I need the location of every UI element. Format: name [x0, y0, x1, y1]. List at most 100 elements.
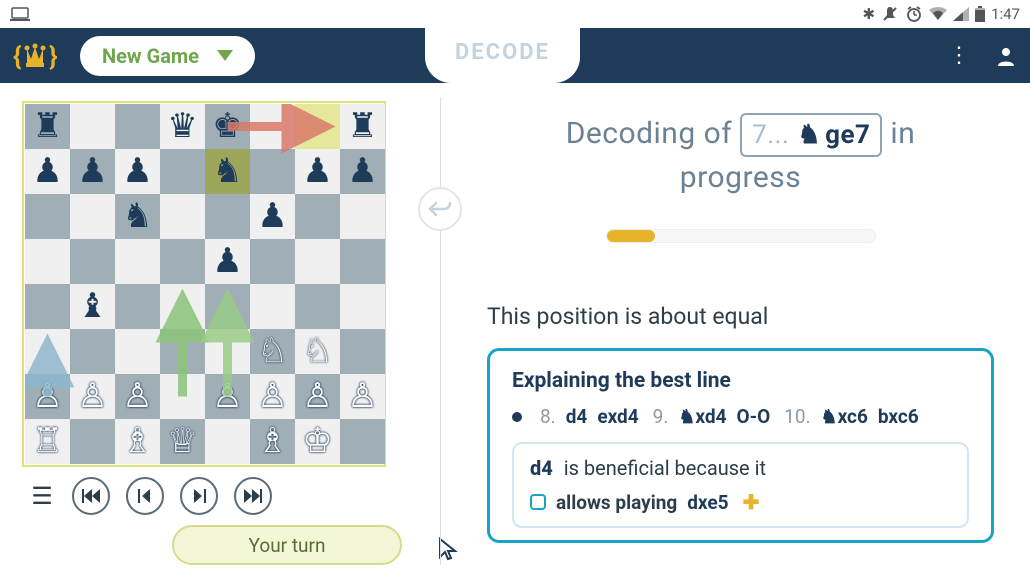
square-b2[interactable]: ♙	[70, 374, 115, 419]
square-d5[interactable]	[160, 239, 205, 284]
square-g7[interactable]: ♟	[295, 149, 340, 194]
square-b8[interactable]	[70, 104, 115, 149]
piece-wp[interactable]: ♙	[347, 380, 377, 414]
piece-bp[interactable]: ♟	[347, 155, 377, 189]
chess-board[interactable]: ♜♛♚♜♟♟♟♞♟♟♞♟♟♝♘♘♙♙♙♙♙♙♙♖♗♕♗♔	[25, 104, 385, 464]
square-a2[interactable]: ♙	[25, 374, 70, 419]
square-h6[interactable]	[340, 194, 385, 239]
move[interactable]: ♞xd4	[678, 405, 726, 428]
piece-wq[interactable]: ♕	[167, 425, 197, 459]
menu-button[interactable]: ☰	[28, 477, 56, 515]
piece-wn[interactable]: ♘	[257, 335, 287, 369]
square-a3[interactable]	[25, 329, 70, 374]
piece-br[interactable]: ♜	[347, 110, 377, 144]
piece-wb[interactable]: ♗	[122, 425, 152, 459]
square-g5[interactable]	[295, 239, 340, 284]
square-e6[interactable]	[205, 194, 250, 239]
square-c8[interactable]	[115, 104, 160, 149]
square-f5[interactable]	[250, 239, 295, 284]
new-game-button[interactable]: New Game	[80, 36, 255, 76]
piece-wk[interactable]: ♔	[302, 425, 332, 459]
square-d7[interactable]	[160, 149, 205, 194]
square-h4[interactable]	[340, 284, 385, 329]
square-a6[interactable]	[25, 194, 70, 239]
piece-bp[interactable]: ♟	[302, 155, 332, 189]
piece-wp[interactable]: ♙	[77, 380, 107, 414]
square-b7[interactable]: ♟	[70, 149, 115, 194]
checkbox-icon[interactable]	[530, 494, 546, 510]
piece-wb[interactable]: ♗	[257, 425, 287, 459]
square-h7[interactable]: ♟	[340, 149, 385, 194]
square-f6[interactable]: ♟	[250, 194, 295, 239]
square-c2[interactable]: ♙	[115, 374, 160, 419]
piece-bn[interactable]: ♞	[212, 155, 242, 189]
square-e4[interactable]	[205, 284, 250, 329]
first-move-button[interactable]	[72, 477, 110, 515]
square-e8[interactable]: ♚	[205, 104, 250, 149]
square-f7[interactable]	[250, 149, 295, 194]
piece-bp[interactable]: ♟	[257, 200, 287, 234]
piece-bp[interactable]: ♟	[32, 155, 62, 189]
square-d1[interactable]: ♕	[160, 419, 205, 464]
move[interactable]: exd4	[597, 405, 638, 428]
prev-move-button[interactable]	[126, 477, 164, 515]
square-g4[interactable]	[295, 284, 340, 329]
square-e5[interactable]: ♟	[205, 239, 250, 284]
user-icon[interactable]	[994, 44, 1018, 68]
square-e3[interactable]	[205, 329, 250, 374]
square-d2[interactable]	[160, 374, 205, 419]
piece-br[interactable]: ♜	[32, 110, 62, 144]
piece-wp[interactable]: ♙	[302, 380, 332, 414]
square-c6[interactable]: ♞	[115, 194, 160, 239]
square-c5[interactable]	[115, 239, 160, 284]
piece-wp[interactable]: ♙	[122, 380, 152, 414]
app-logo[interactable]: { }	[12, 36, 60, 76]
move[interactable]: O-O	[736, 405, 770, 428]
move[interactable]: ♞xc6	[821, 405, 868, 428]
square-e7[interactable]: ♞	[205, 149, 250, 194]
square-g1[interactable]: ♔	[295, 419, 340, 464]
square-b6[interactable]	[70, 194, 115, 239]
square-d6[interactable]	[160, 194, 205, 239]
square-a5[interactable]	[25, 239, 70, 284]
undo-button[interactable]	[418, 187, 462, 231]
square-f1[interactable]: ♗	[250, 419, 295, 464]
square-b3[interactable]	[70, 329, 115, 374]
square-h1[interactable]	[340, 419, 385, 464]
next-move-button[interactable]	[180, 477, 218, 515]
move[interactable]: bxc6	[878, 405, 919, 428]
square-a8[interactable]: ♜	[25, 104, 70, 149]
square-f4[interactable]	[250, 284, 295, 329]
piece-wp[interactable]: ♙	[257, 380, 287, 414]
square-c4[interactable]	[115, 284, 160, 329]
square-f3[interactable]: ♘	[250, 329, 295, 374]
square-h5[interactable]	[340, 239, 385, 284]
piece-wp[interactable]: ♙	[212, 380, 242, 414]
square-h8[interactable]: ♜	[340, 104, 385, 149]
square-g3[interactable]: ♘	[295, 329, 340, 374]
piece-bp[interactable]: ♟	[122, 155, 152, 189]
square-f8[interactable]	[250, 104, 295, 149]
square-f2[interactable]: ♙	[250, 374, 295, 419]
square-a7[interactable]: ♟	[25, 149, 70, 194]
square-c3[interactable]	[115, 329, 160, 374]
square-e1[interactable]	[205, 419, 250, 464]
square-c7[interactable]: ♟	[115, 149, 160, 194]
piece-wp[interactable]: ♙	[32, 380, 62, 414]
more-icon[interactable]: ⋮	[948, 43, 970, 68]
plus-icon[interactable]: ✚	[743, 490, 760, 514]
square-d4[interactable]	[160, 284, 205, 329]
square-g6[interactable]	[295, 194, 340, 239]
square-g2[interactable]: ♙	[295, 374, 340, 419]
square-b4[interactable]: ♝	[70, 284, 115, 329]
piece-wr[interactable]: ♖	[32, 425, 62, 459]
square-a4[interactable]	[25, 284, 70, 329]
piece-wn[interactable]: ♘	[302, 335, 332, 369]
decode-tab[interactable]: DECODE	[425, 28, 580, 83]
square-d3[interactable]	[160, 329, 205, 374]
allows-row[interactable]: allows playing dxe5 ✚	[530, 490, 951, 514]
square-e2[interactable]: ♙	[205, 374, 250, 419]
last-move-button[interactable]	[234, 477, 272, 515]
piece-bq[interactable]: ♛	[167, 110, 197, 144]
square-h3[interactable]	[340, 329, 385, 374]
